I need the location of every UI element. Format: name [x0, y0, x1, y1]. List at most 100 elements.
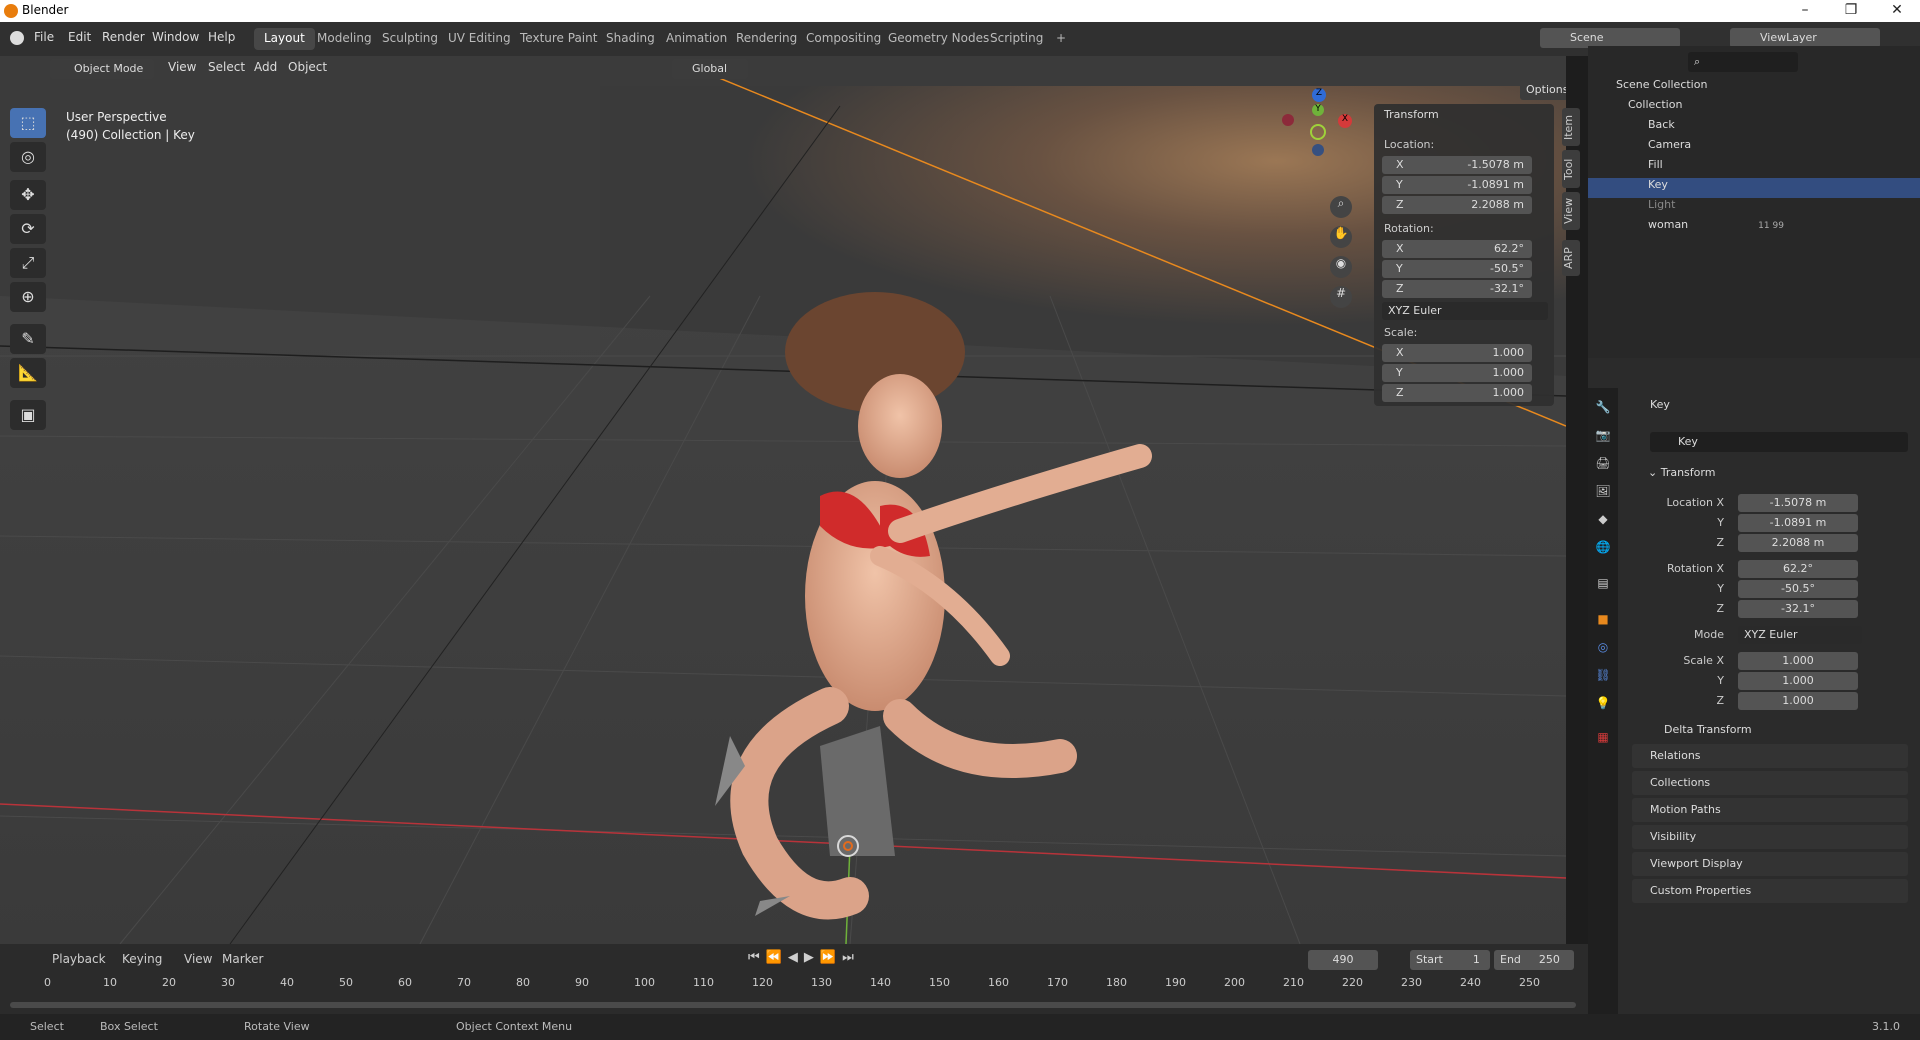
add-cube-tool-icon[interactable]: ▣: [10, 400, 46, 430]
menu-object[interactable]: Object: [288, 60, 327, 78]
options-button[interactable]: Options: [1520, 80, 1566, 100]
gizmo-x[interactable]: X: [1338, 114, 1352, 128]
constraints-tab-icon[interactable]: ⛓: [1594, 668, 1612, 686]
timeline[interactable]: Playback Keying View Marker ⏮⏪◀▶⏩⏭ 490 S…: [0, 944, 1588, 1014]
menu-help[interactable]: Help: [208, 30, 235, 44]
tab-sculpting[interactable]: Sculpting: [372, 28, 448, 50]
tool-tab-icon[interactable]: 🔧: [1594, 400, 1612, 418]
prop-scale-y[interactable]: 1.000: [1738, 672, 1858, 690]
tab-arp[interactable]: ARP: [1562, 240, 1580, 276]
tab-scripting[interactable]: Scripting: [980, 28, 1053, 50]
tab-modeling[interactable]: Modeling: [307, 28, 382, 50]
section-motion-paths[interactable]: Motion Paths: [1632, 798, 1908, 822]
tab-compositing[interactable]: Compositing: [796, 28, 891, 50]
zoom-icon[interactable]: ⌕: [1330, 196, 1352, 218]
scene-selector[interactable]: Scene: [1540, 28, 1680, 48]
world-tab-icon[interactable]: 🌐: [1594, 540, 1612, 558]
section-viewport-display[interactable]: Viewport Display: [1632, 852, 1908, 876]
gizmo-center[interactable]: [1310, 124, 1326, 140]
prop-scale-z[interactable]: 1.000: [1738, 692, 1858, 710]
gizmo-neg-z[interactable]: [1312, 144, 1324, 156]
tab-texture-paint[interactable]: Texture Paint: [510, 28, 607, 50]
prop-rotation-x[interactable]: 62.2°: [1738, 560, 1858, 578]
move-tool-icon[interactable]: ✥: [10, 180, 46, 210]
outliner-item-light[interactable]: Light: [1588, 198, 1920, 218]
tab-tool[interactable]: Tool: [1562, 150, 1580, 188]
menu-add[interactable]: Add: [254, 60, 277, 78]
location-y-field[interactable]: Y -1.0891 m: [1382, 176, 1532, 194]
prop-location-x[interactable]: -1.5078 m: [1738, 494, 1858, 512]
outliner-scene-collection[interactable]: Scene Collection: [1588, 78, 1920, 98]
scale-z-field[interactable]: Z 1.000: [1382, 384, 1532, 402]
physics-tab-icon[interactable]: ◎: [1594, 640, 1612, 658]
outliner-search-input[interactable]: ⌕: [1688, 52, 1798, 72]
select-box-tool-icon[interactable]: ⬚: [10, 108, 46, 138]
transform-tool-icon[interactable]: ⊕: [10, 282, 46, 312]
section-collections[interactable]: Collections: [1632, 771, 1908, 795]
outliner-item-woman[interactable]: woman 11 99: [1588, 218, 1920, 238]
minimize-icon[interactable]: –: [1790, 2, 1820, 18]
outliner-item-camera[interactable]: Camera: [1588, 138, 1920, 158]
scale-x-field[interactable]: X 1.000: [1382, 344, 1532, 362]
transform-section-header[interactable]: ⌄ Transform: [1648, 466, 1715, 479]
view-layer-tab-icon[interactable]: 🖼: [1594, 484, 1612, 502]
tab-item[interactable]: Item: [1562, 108, 1580, 146]
cursor-tool-icon[interactable]: ◎: [10, 142, 46, 172]
tab-layout[interactable]: Layout: [254, 28, 315, 50]
scene-tab-icon[interactable]: ◆: [1594, 512, 1612, 530]
blender-menu-icon[interactable]: [10, 31, 24, 45]
view-layer-selector[interactable]: ViewLayer: [1730, 28, 1880, 48]
camera-view-icon[interactable]: ◉: [1330, 256, 1352, 278]
prop-location-y[interactable]: -1.0891 m: [1738, 514, 1858, 532]
gizmo-neg-x[interactable]: [1282, 114, 1294, 126]
section-relations[interactable]: Relations: [1632, 744, 1908, 768]
prop-rotation-mode-dropdown[interactable]: XYZ Euler: [1738, 626, 1862, 644]
outliner-item-fill[interactable]: Fill: [1588, 158, 1920, 178]
transform-orientation-selector[interactable]: Global: [672, 59, 748, 79]
section-custom-properties[interactable]: Custom Properties: [1632, 879, 1908, 903]
location-z-field[interactable]: Z 2.2088 m: [1382, 196, 1532, 214]
outliner-collection[interactable]: Collection: [1588, 98, 1920, 118]
object-tab-icon[interactable]: ■: [1594, 612, 1612, 630]
location-x-field[interactable]: X -1.5078 m: [1382, 156, 1532, 174]
scale-y-field[interactable]: Y 1.000: [1382, 364, 1532, 382]
measure-tool-icon[interactable]: 📐: [10, 358, 46, 388]
data-tab-icon[interactable]: 💡: [1594, 696, 1612, 714]
rotation-y-field[interactable]: Y -50.5°: [1382, 260, 1532, 278]
menu-select[interactable]: Select: [208, 60, 245, 78]
timeline-ruler[interactable]: 0 10 20 30 40 50 60 70 80 90 100 110 120 130 140 150 160…: [0, 944, 1588, 1004]
timeline-scrollbar[interactable]: [10, 1002, 1576, 1008]
prop-rotation-y[interactable]: -50.5°: [1738, 580, 1858, 598]
rotation-x-field[interactable]: X 62.2°: [1382, 240, 1532, 258]
object-name-field[interactable]: Key: [1650, 432, 1908, 452]
prop-location-z[interactable]: 2.2088 m: [1738, 534, 1858, 552]
perspective-toggle-icon[interactable]: #: [1330, 286, 1352, 308]
rotate-tool-icon[interactable]: ⟳: [10, 214, 46, 244]
collection-tab-icon[interactable]: ▤: [1594, 576, 1612, 594]
annotate-tool-icon[interactable]: ✎: [10, 324, 46, 354]
tab-uv-editing[interactable]: UV Editing: [438, 28, 521, 50]
menu-view[interactable]: View: [168, 60, 196, 78]
menu-window[interactable]: Window: [152, 30, 199, 44]
outliner-item-back[interactable]: Back: [1588, 118, 1920, 138]
outliner-item-key[interactable]: Key: [1588, 178, 1920, 198]
tab-view[interactable]: View: [1562, 192, 1580, 230]
menu-render[interactable]: Render: [102, 30, 145, 44]
tab-shading[interactable]: Shading: [596, 28, 665, 50]
3d-viewport[interactable]: Object Mode View Select Add Object Globa…: [0, 56, 1566, 944]
pan-hand-icon[interactable]: ✋: [1330, 226, 1352, 248]
menu-edit[interactable]: Edit: [68, 30, 91, 44]
section-delta-transform[interactable]: Delta Transform: [1646, 718, 1920, 742]
menu-file[interactable]: File: [34, 30, 54, 44]
navigation-gizmo[interactable]: Z Y X: [1278, 86, 1358, 166]
output-tab-icon[interactable]: 🖨: [1594, 456, 1612, 474]
gizmo-y[interactable]: Y: [1312, 104, 1324, 116]
texture-tab-icon[interactable]: ▦: [1594, 730, 1612, 748]
prop-scale-x[interactable]: 1.000: [1738, 652, 1858, 670]
prop-rotation-z[interactable]: -32.1°: [1738, 600, 1858, 618]
gizmo-z[interactable]: Z: [1312, 88, 1326, 102]
close-icon[interactable]: ✕: [1882, 2, 1912, 18]
mode-selector[interactable]: Object Mode: [50, 59, 154, 79]
scale-tool-icon[interactable]: ⤢: [10, 248, 46, 278]
tab-animation[interactable]: Animation: [656, 28, 737, 50]
